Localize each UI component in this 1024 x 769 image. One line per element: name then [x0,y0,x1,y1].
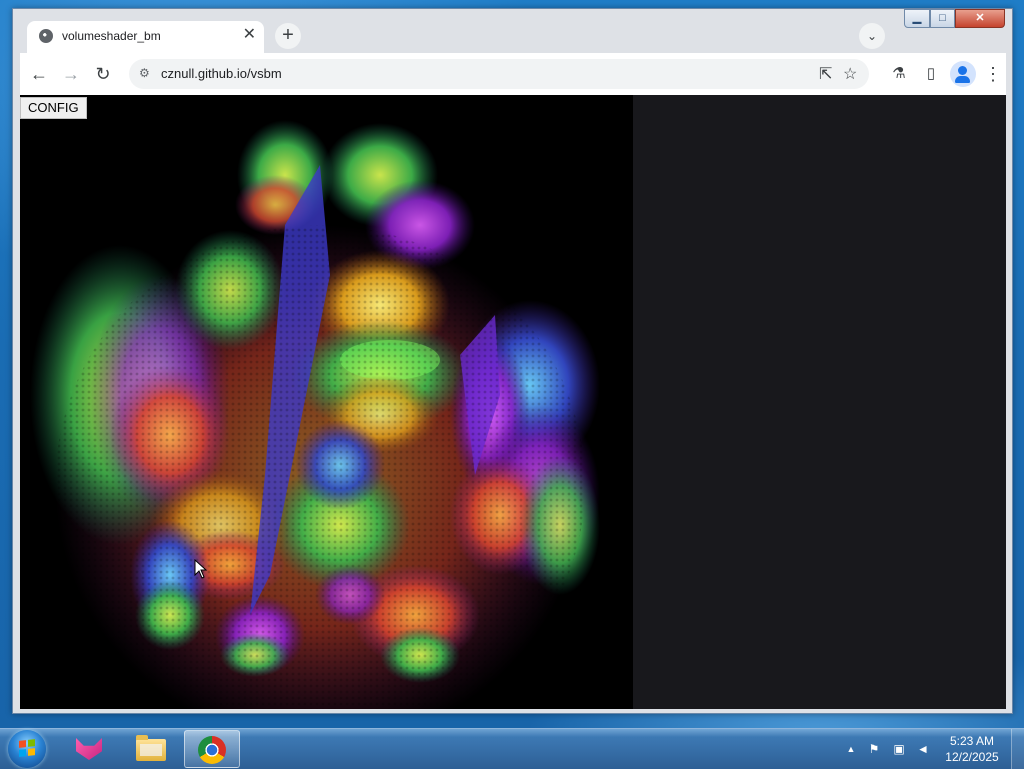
minimize-button[interactable]: ▁ [904,9,930,28]
shader-canvas[interactable]: CONFIG [20,95,633,709]
start-button[interactable] [8,730,46,768]
reload-icon[interactable]: ↻ [90,61,116,87]
network-icon[interactable]: ▣ [891,741,907,757]
globe-icon [39,29,53,43]
clock-time: 5:23 AM [949,734,995,748]
mouse-cursor-icon [194,559,208,579]
action-center-flag-icon[interactable]: ⚑ [866,741,882,757]
config-button[interactable]: CONFIG [20,97,87,119]
show-hidden-icons-icon[interactable]: ▲ [843,741,859,757]
tune-icon[interactable]: ⚙ [139,66,150,80]
mandelbulb-render [30,120,600,709]
close-window-button[interactable]: ✕ [955,9,1005,28]
show-desktop-button[interactable] [1011,729,1024,769]
browser-tab[interactable]: volumeshader_bm ✕ [27,21,264,53]
labs-flask-icon[interactable]: ⚗ [886,61,912,87]
profile-avatar-icon[interactable] [950,61,976,87]
bookmark-star-icon[interactable]: ☆ [843,64,857,84]
taskbar-app-fox[interactable] [60,730,116,768]
volume-muted-icon[interactable]: ◄ [915,741,931,757]
share-icon[interactable]: ⇱ [819,64,832,84]
system-clock[interactable]: 5:23 AM 12/2/2025 [936,733,1008,765]
taskbar-app-explorer[interactable] [122,730,178,768]
maximize-button[interactable]: □ [930,9,955,28]
tab-search-button[interactable]: ⌄ [859,23,885,49]
page-viewport: CONFIG [20,95,1006,709]
forward-arrow-icon[interactable]: → [58,61,84,87]
window-controls: ▁ □ ✕ [904,9,1008,29]
clock-date: 12/2/2025 [945,750,999,764]
taskbar: ▲ ⚑ ▣ ◄ 5:23 AM 12/2/2025 [0,728,1024,769]
menu-kebab-icon[interactable]: ⋮ [980,61,1006,87]
back-arrow-icon[interactable]: ← [26,61,52,87]
chrome-icon [198,736,226,764]
new-tab-button[interactable]: + [275,23,301,49]
fox-app-icon [76,738,102,760]
address-bar[interactable]: ⚙ cznull.github.io/vsbm ⇱ ☆ [129,59,869,89]
title-bar: volumeshader_bm ✕ + ⌄ ▁ □ ✕ [13,9,1012,53]
browser-window: volumeshader_bm ✕ + ⌄ ▁ □ ✕ ← → ↻ ⚙ cznu… [12,8,1013,714]
browser-toolbar: ← → ↻ ⚙ cznull.github.io/vsbm ⇱ ☆ ⚗ ▯ ⋮ [20,53,1006,95]
taskbar-app-chrome[interactable] [184,730,240,768]
tab-title: volumeshader_bm [62,29,161,43]
side-panel-icon[interactable]: ▯ [918,61,944,87]
url-text[interactable]: cznull.github.io/vsbm [161,66,282,81]
folder-icon [136,735,166,761]
side-panel-area [633,95,1006,709]
close-icon[interactable]: ✕ [243,26,256,44]
